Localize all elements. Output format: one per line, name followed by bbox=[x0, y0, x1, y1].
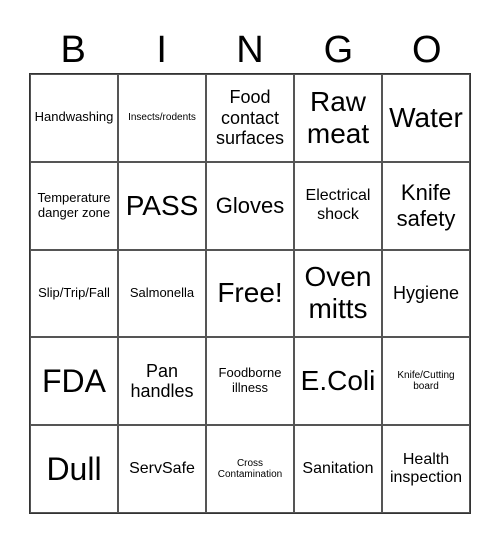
bingo-cell[interactable]: Cross Contamination bbox=[206, 425, 294, 513]
bingo-cell[interactable]: Slip/Trip/Fall bbox=[30, 249, 118, 338]
bingo-cell[interactable]: Gloves bbox=[206, 161, 294, 250]
header-letter-o: O bbox=[412, 29, 442, 71]
bingo-cell[interactable]: Dull bbox=[30, 425, 118, 513]
bingo-cell[interactable]: FDA bbox=[30, 337, 118, 426]
bingo-grid: Handwashing Insects/rodents Food contact… bbox=[29, 73, 471, 514]
bingo-cell[interactable]: ServSafe bbox=[118, 425, 206, 513]
header-letter-b: B bbox=[60, 29, 86, 71]
header-letter-i: I bbox=[156, 29, 167, 71]
bingo-cell[interactable]: PASS bbox=[118, 161, 206, 250]
header-letter-n: N bbox=[236, 29, 264, 71]
bingo-cell[interactable]: Water bbox=[382, 74, 470, 162]
bingo-cell[interactable]: Knife safety bbox=[382, 161, 470, 250]
bingo-cell[interactable]: Foodborne illness bbox=[206, 337, 294, 426]
bingo-cell[interactable]: Food contact surfaces bbox=[206, 74, 294, 162]
free-space[interactable]: Free! bbox=[206, 249, 294, 338]
bingo-cell[interactable]: Knife/Cutting board bbox=[382, 337, 470, 426]
bingo-cell[interactable]: Temperature danger zone bbox=[30, 161, 118, 250]
bingo-cell[interactable]: Electrical shock bbox=[294, 161, 382, 250]
bingo-cell[interactable]: Oven mitts bbox=[294, 249, 382, 338]
bingo-cell[interactable]: Health inspection bbox=[382, 425, 470, 513]
bingo-header: B I N G O bbox=[29, 28, 471, 72]
bingo-cell[interactable]: Insects/rodents bbox=[118, 74, 206, 162]
bingo-cell[interactable]: E.Coli bbox=[294, 337, 382, 426]
bingo-cell[interactable]: Salmonella bbox=[118, 249, 206, 338]
bingo-cell[interactable]: Handwashing bbox=[30, 74, 118, 162]
bingo-cell[interactable]: Sanitation bbox=[294, 425, 382, 513]
bingo-cell[interactable]: Pan handles bbox=[118, 337, 206, 426]
header-letter-g: G bbox=[323, 29, 354, 71]
bingo-cell[interactable]: Raw meat bbox=[294, 74, 382, 162]
bingo-cell[interactable]: Hygiene bbox=[382, 249, 470, 338]
